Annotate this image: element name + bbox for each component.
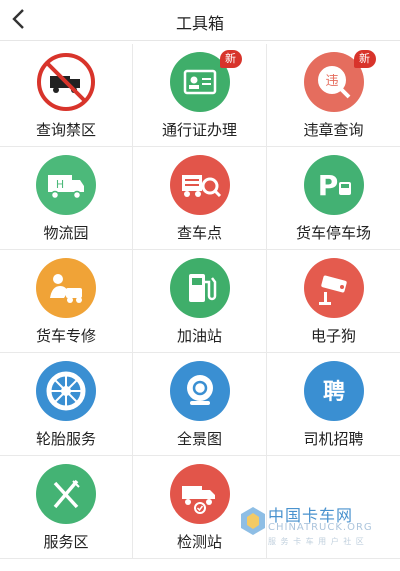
svg-text:P: P <box>317 169 338 202</box>
tool-item-driver-recruit[interactable]: 聘 司机招聘 <box>267 353 400 456</box>
tool-label: 查询禁区 <box>35 121 96 139</box>
tool-label: 司机招聘 <box>303 430 364 448</box>
tool-item-panorama[interactable]: 全景图 <box>133 353 267 456</box>
tool-label: 通行证办理 <box>161 121 237 139</box>
tool-label: 全景图 <box>176 430 222 448</box>
truck-search-icon <box>169 155 230 215</box>
parking-icon: P <box>303 155 364 215</box>
watermark: 中国卡车网 CHINATRUCK.ORG 服 务 卡 车 用 户 社 区 <box>238 500 398 558</box>
watermark-sub: 服 务 卡 车 用 户 社 区 <box>268 537 365 546</box>
tool-label: 违章查询 <box>303 121 364 139</box>
watermark-en: CHINATRUCK.ORG <box>268 522 373 533</box>
tool-item-service-area[interactable]: 服务区 <box>0 456 133 559</box>
tool-label: 轮胎服务 <box>35 430 96 448</box>
tool-item-violation[interactable]: 违 新 违章查询 <box>267 44 400 147</box>
inspection-truck-icon <box>169 464 230 524</box>
tool-grid: 查询禁区 新 通行证办理 违 新 违章查询 H 物流园 查车点 P 货车停车场 … <box>0 44 400 559</box>
tool-label: 电子狗 <box>310 327 356 345</box>
logistics-truck-icon: H <box>36 155 96 215</box>
svg-text:聘: 聘 <box>322 380 344 405</box>
new-badge: 新 <box>219 50 242 68</box>
tool-item-truck-parking[interactable]: P 货车停车场 <box>267 147 400 250</box>
tool-item-truck-repair[interactable]: 货车专修 <box>0 250 133 353</box>
watermark-logo-icon <box>241 507 265 535</box>
new-badge: 新 <box>353 50 376 68</box>
camera-icon <box>303 258 364 318</box>
tool-item-speed-camera[interactable]: 电子狗 <box>267 250 400 353</box>
tool-item-tire-service[interactable]: 轮胎服务 <box>0 353 133 456</box>
fuel-pump-icon <box>169 258 230 318</box>
tool-item-permit[interactable]: 新 通行证办理 <box>133 44 267 147</box>
tool-label: 物流园 <box>43 224 89 242</box>
svg-text:H: H <box>56 178 64 191</box>
tool-label: 货车专修 <box>35 327 96 345</box>
tire-icon <box>36 361 96 421</box>
panorama-camera-icon <box>169 361 230 421</box>
tool-label: 查车点 <box>176 224 222 242</box>
recruit-icon: 聘 <box>303 361 364 421</box>
repair-icon <box>36 258 96 318</box>
fork-knife-icon <box>36 464 96 524</box>
page-title: 工具箱 <box>175 14 224 33</box>
tool-item-restricted-zone[interactable]: 查询禁区 <box>0 44 133 147</box>
top-bar: 工具箱 <box>0 0 400 41</box>
tool-item-truck-check[interactable]: 查车点 <box>133 147 267 250</box>
tool-label: 服务区 <box>43 533 89 551</box>
tool-label: 货车停车场 <box>295 224 371 242</box>
svg-text:违: 违 <box>325 74 338 89</box>
no-truck-icon <box>36 52 96 112</box>
tool-item-gas-station[interactable]: 加油站 <box>133 250 267 353</box>
tool-label: 加油站 <box>176 327 222 345</box>
tool-item-logistics-park[interactable]: H 物流园 <box>0 147 133 250</box>
